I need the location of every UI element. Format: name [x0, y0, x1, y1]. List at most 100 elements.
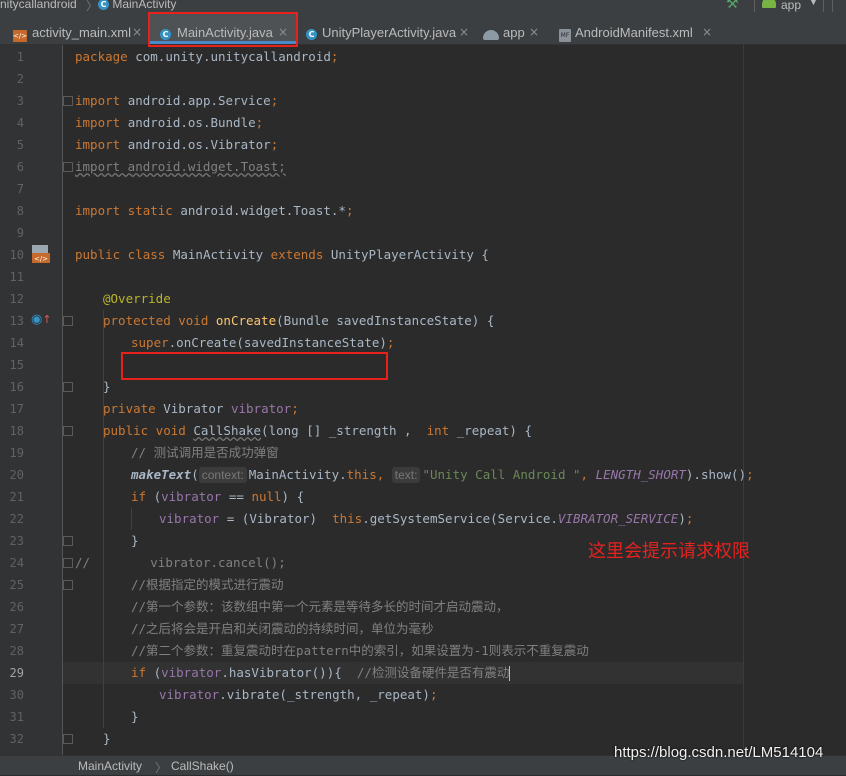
- highlight-box-line-15: [121, 352, 388, 380]
- code-line-27[interactable]: //之后将会是开启和关闭震动的持续时间，单位为毫秒: [131, 618, 434, 640]
- tab-label: AndroidManifest.xml: [575, 25, 693, 40]
- run-config-select[interactable]: app ▼: [754, 0, 824, 12]
- tab-label: activity_main.xml: [32, 25, 131, 40]
- fold-marker[interactable]: [63, 558, 73, 568]
- parameter-hint-text: text:: [391, 467, 421, 483]
- tab-androidmanifest-xml[interactable]: MF AndroidManifest.xml ×: [551, 12, 721, 44]
- line-number: 4: [16, 116, 24, 130]
- close-icon[interactable]: ×: [132, 25, 142, 39]
- line-number: 19: [9, 446, 24, 460]
- class-icon: C: [98, 0, 109, 11]
- breadcrumb-file[interactable]: C MainActivity: [98, 0, 176, 11]
- line-number: 28: [9, 644, 24, 658]
- tab-unityplayeractivity-java[interactable]: C UnityPlayerActivity.java ×: [298, 12, 473, 44]
- close-icon[interactable]: ×: [459, 25, 469, 39]
- code-line-21[interactable]: if (vibrator == null) {: [131, 486, 304, 508]
- fold-marker[interactable]: [63, 162, 73, 172]
- code-line-20[interactable]: makeText(context: MainActivity.this, text…: [131, 464, 754, 486]
- android-icon: [762, 0, 776, 8]
- code-line-16[interactable]: }: [103, 376, 111, 398]
- fold-marker[interactable]: [63, 734, 73, 744]
- gradle-icon: [483, 28, 499, 43]
- code-line-13[interactable]: protected void onCreate(Bundle savedInst…: [103, 310, 494, 332]
- line-number: 6: [16, 160, 24, 174]
- annotation-text: 这里会提示请求权限: [588, 541, 750, 562]
- code-line-28[interactable]: //第二个参数：重复震动时在pattern中的索引，如果设置为-1则表示不重复震…: [131, 640, 589, 662]
- code-line-22[interactable]: vibrator = (Vibrator) this.getSystemServ…: [159, 508, 693, 530]
- code-line-8[interactable]: import static android.widget.Toast.*;: [75, 200, 353, 222]
- code-line-12[interactable]: @Override: [103, 288, 171, 310]
- code-line-6[interactable]: import android.widget.Toast;: [75, 156, 286, 178]
- fold-marker[interactable]: [63, 426, 73, 436]
- android-layout-icon[interactable]: </>: [31, 244, 51, 264]
- code-line-19[interactable]: // 测试调用是否成功弹窗: [131, 442, 279, 464]
- fold-marker[interactable]: [63, 580, 73, 590]
- fold-marker[interactable]: [63, 316, 73, 326]
- breadcrumb-module[interactable]: nitycallandroid: [0, 0, 77, 11]
- highlight-box-tab: [148, 12, 298, 47]
- java-class-icon: C: [306, 26, 317, 41]
- line-number: 18: [9, 424, 24, 438]
- text-caret: [509, 666, 511, 681]
- line-number: 22: [9, 512, 24, 526]
- line-number: 20: [9, 468, 24, 482]
- line-number: 12: [9, 292, 24, 306]
- line-number: 14: [9, 336, 24, 350]
- code-line-32[interactable]: }: [103, 728, 111, 750]
- line-number: 2: [16, 72, 24, 86]
- code-line-25[interactable]: //根据指定的模式进行震动: [131, 574, 284, 596]
- tab-app-gradle[interactable]: app ×: [476, 12, 546, 44]
- navigation-bar: nitycallandroid 〉 C MainActivity ⚒ app ▼: [0, 0, 846, 12]
- line-number: 3: [16, 94, 24, 108]
- close-icon[interactable]: ×: [529, 25, 539, 39]
- hammer-icon[interactable]: ⚒: [726, 0, 739, 12]
- code-line-30[interactable]: vibrator.vibrate(_strength, _repeat);: [159, 684, 437, 706]
- code-line-29[interactable]: if (vibrator.hasVibrator()){ //检测设备硬件是否有…: [131, 662, 511, 684]
- manifest-file-icon: MF: [559, 25, 571, 42]
- status-crumb-class[interactable]: MainActivity: [78, 759, 142, 773]
- chevron-down-icon: ▼: [809, 0, 818, 7]
- line-number: 27: [9, 622, 24, 636]
- code-line-5[interactable]: import android.os.Vibrator;: [75, 134, 278, 156]
- breadcrumb-separator: 〉: [86, 0, 99, 12]
- code-line-23[interactable]: }: [131, 530, 139, 552]
- fold-marker[interactable]: [63, 382, 73, 392]
- line-number: 17: [9, 402, 24, 416]
- line-number: 16: [9, 380, 24, 394]
- fold-marker[interactable]: [63, 96, 73, 106]
- code-line-18[interactable]: public void CallShake(long [] _strength …: [103, 420, 532, 442]
- code-line-17[interactable]: private Vibrator vibrator;: [103, 398, 299, 420]
- code-line-24[interactable]: // vibrator.cancel();: [75, 552, 286, 574]
- right-margin-guide: [743, 45, 744, 755]
- tab-activity-main-xml[interactable]: </> activity_main.xml ×: [0, 12, 145, 44]
- code-line-3[interactable]: import android.app.Service;: [75, 90, 278, 112]
- indent-guide: [131, 508, 132, 530]
- line-number: 29: [9, 666, 24, 680]
- line-number: 24: [9, 556, 24, 570]
- line-number: 5: [16, 138, 24, 152]
- tab-label: UnityPlayerActivity.java: [322, 25, 457, 40]
- status-crumb-method[interactable]: CallShake(): [171, 759, 234, 773]
- code-line-4[interactable]: import android.os.Bundle;: [75, 112, 263, 134]
- code-line-10[interactable]: public class MainActivity extends UnityP…: [75, 244, 489, 266]
- run-config-label: app: [781, 0, 802, 12]
- override-icon[interactable]: ◉↑: [31, 312, 52, 327]
- run-button[interactable]: [832, 0, 846, 12]
- line-number: 26: [9, 600, 24, 614]
- line-number: 11: [9, 270, 24, 284]
- line-number: 13: [9, 314, 24, 328]
- line-number: 31: [9, 710, 24, 724]
- code-line-1[interactable]: package com.unity.unitycallandroid;: [75, 46, 338, 68]
- code-line-31[interactable]: }: [131, 706, 139, 728]
- line-number: 21: [9, 490, 24, 504]
- code-line-26[interactable]: //第一个参数：该数组中第一个元素是等待多长的时间才启动震动，: [131, 596, 509, 618]
- svg-text:</>: </>: [34, 255, 48, 263]
- fold-marker[interactable]: [63, 536, 73, 546]
- close-icon[interactable]: ×: [702, 25, 712, 39]
- editor-tabs: </> activity_main.xml × C MainActivity.j…: [0, 12, 846, 45]
- line-number: 32: [9, 732, 24, 746]
- gutter-divider: [62, 45, 63, 755]
- breadcrumb-file-label: MainActivity: [112, 0, 177, 11]
- code-line-14[interactable]: super.onCreate(savedInstanceState);: [131, 332, 394, 354]
- watermark: https://blog.csdn.net/LM514104: [614, 744, 824, 761]
